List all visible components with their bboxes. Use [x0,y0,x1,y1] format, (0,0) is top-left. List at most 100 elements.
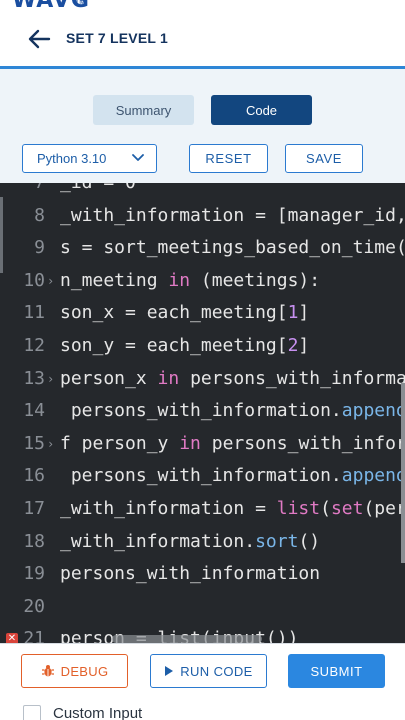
code-line[interactable]: 12 son_y = each_meeting[2] [0,330,405,362]
line-number: 11 [23,302,45,324]
code-text: _with_information.sort() [60,526,320,558]
code-text: _id = 0 [60,183,136,199]
code-token: son_y = each_meeting[ [60,335,288,356]
code-line[interactable]: 18 _with_information.sort() [0,526,405,558]
code-token: (meetings): [190,269,321,291]
chevron-down-icon [132,154,144,161]
fold-chevron-icon[interactable]: › [47,265,54,297]
line-number: 18 [23,530,45,552]
page-title: SET 7 LEVEL 1 [66,30,168,46]
line-number: 13 [23,367,45,389]
code-text: persons_with_information [60,558,320,590]
back-arrow-icon[interactable] [27,28,51,50]
line-number: 9 [34,237,45,259]
code-text: n_meeting in (meetings): [60,265,320,297]
debug-button[interactable]: DEBUG [21,654,128,688]
code-line[interactable]: 10 › n_meeting in (meetings): [0,265,405,297]
code-text: _with_information = list(set(pers [60,493,405,525]
controls-panel: Summary Code Python 3.10 RESET SAVE [0,69,405,183]
code-text: persons_with_information.append( [60,460,405,492]
submit-button[interactable]: SUBMIT [288,654,385,688]
code-token: persons_with_informa [179,367,405,389]
code-text: s = sort_meetings_based_on_time(m [60,232,405,264]
line-number: 19 [23,563,45,585]
code-token: 1 [287,302,299,324]
code-line[interactable]: 20 [0,591,405,623]
code-line[interactable]: 19 persons_with_information [0,558,405,590]
line-number: 14 [23,400,45,422]
line-number: 8 [34,204,45,226]
code-token: 2 [287,335,299,356]
code-token: ] [298,335,310,356]
save-button[interactable]: SAVE [285,144,363,173]
code-token: () [298,530,321,552]
code-token: in [168,269,191,291]
code-token: _id = 0 [60,183,136,193]
line-number: 7 [0,183,45,199]
play-icon [165,666,174,676]
editor-scrollbar[interactable] [401,383,405,563]
code-text: son_y = each_meeting[2] [60,330,309,362]
code-token: person_x [60,367,158,389]
code-token: persons_with_inform [200,432,405,454]
logo-trademark: TM [75,0,86,6]
code-token: sort [255,530,299,552]
code-text: son_x = each_meeting[1] [60,297,309,329]
code-token: ] [298,302,310,324]
tab-code[interactable]: Code [211,95,312,125]
code-token: append [341,400,405,422]
line-number: 15 [23,432,45,454]
code-token: _with_information = [manager_id,l [60,204,405,226]
code-line[interactable]: 14 persons_with_information.append [0,395,405,427]
code-token: append [341,465,405,487]
horizontal-scrollbar[interactable] [112,635,262,643]
code-token: s = sort_meetings_based_on_time(m [60,237,405,259]
code-editor[interactable]: 7 _id = 0 8 _with_information = [manager_id… [0,183,405,643]
language-select[interactable]: Python 3.10 [22,144,157,173]
code-line[interactable]: 16 persons_with_information.append( [0,460,405,492]
code-token: n_meeting [60,269,169,291]
code-token: persons_with_information [60,563,321,585]
code-token: persons_with_information. [60,465,342,487]
error-icon[interactable]: ✕ [6,633,18,643]
language-select-value: Python 3.10 [37,151,107,166]
run-code-button[interactable]: RUN CODE [150,654,267,688]
code-token: in [179,432,201,454]
custom-input-checkbox[interactable] [23,705,41,720]
top-header: SET 7 LEVEL 1 [0,18,405,64]
code-line[interactable]: 7 _id = 0 [0,183,405,199]
code-token: (pers [363,498,405,519]
code-text: person_x in persons_with_informa [60,363,405,395]
code-text: f person_y in persons_with_inform [60,428,405,460]
tab-summary[interactable]: Summary [93,95,194,125]
code-token: son_x = each_meeting[ [60,302,288,324]
reset-button[interactable]: RESET [189,144,268,173]
fold-chevron-icon[interactable]: › [47,428,54,460]
code-token: list [276,498,321,519]
line-number: 20 [23,595,45,617]
line-number: 17 [23,498,45,519]
code-line[interactable]: 15 › f person_y in persons_with_inform [0,428,405,460]
run-code-label: RUN CODE [180,663,253,679]
code-line[interactable]: 8 _with_information = [manager_id,l [0,200,405,232]
code-token: ( [320,498,331,519]
code-token: f person_y [60,432,180,454]
bottom-action-bar: DEBUG RUN CODE SUBMIT Custom Input [0,643,405,720]
code-token: in [157,367,180,389]
fold-chevron-icon[interactable]: › [47,363,54,395]
code-line[interactable]: 9 s = sort_meetings_based_on_time(m [0,232,405,264]
code-token: set [330,498,364,519]
code-text: _with_information = [manager_id,l [60,200,405,232]
custom-input-label: Custom Input [53,705,143,720]
bug-icon [41,665,54,677]
line-number: 16 [23,465,45,487]
code-text: persons_with_information.append [60,395,405,427]
code-token: persons_with_information. [60,400,342,422]
code-token: _with_information. [60,530,256,552]
app-screen: WAVG TM SET 7 LEVEL 1 Summary Code Pytho… [0,0,405,720]
debug-button-label: DEBUG [60,663,109,679]
code-line[interactable]: 17 _with_information = list(set(pers [0,493,405,525]
line-number: 12 [23,335,45,356]
code-line[interactable]: 13 › person_x in persons_with_informa [0,363,405,395]
code-line[interactable]: 11 son_x = each_meeting[1] [0,297,405,329]
